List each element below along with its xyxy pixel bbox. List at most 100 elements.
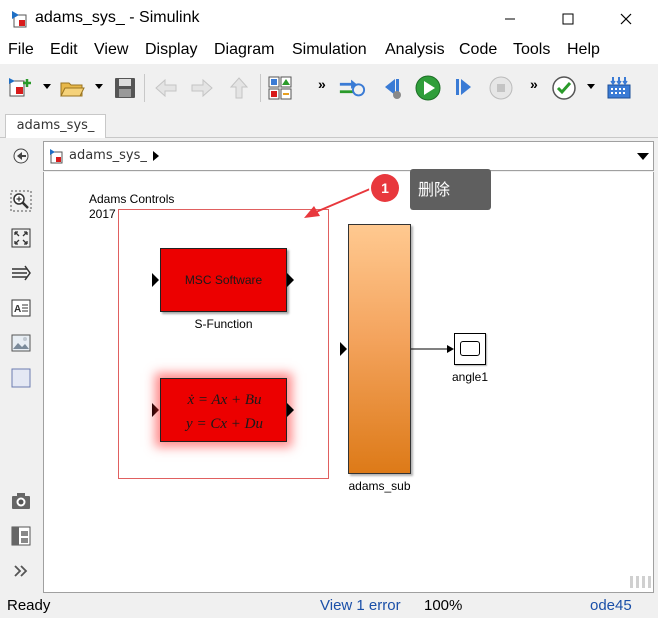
hide-browser-button[interactable] (10, 145, 32, 167)
status-bar: Ready View 1 error 100% ode45 (0, 594, 658, 618)
zoom-button[interactable] (10, 190, 32, 212)
tool-palette: A (0, 139, 42, 593)
model-browser-button[interactable] (10, 525, 32, 547)
address-path[interactable]: adams_sys_ (69, 148, 147, 163)
canvas-resize-grip-icon[interactable] (628, 574, 652, 590)
update-diagram-icon (339, 79, 366, 97)
minimize-icon (505, 18, 515, 20)
menu-view[interactable]: View (94, 41, 128, 59)
annotation-button[interactable]: A (10, 297, 32, 319)
back-button[interactable] (152, 74, 180, 102)
new-model-button[interactable] (6, 74, 34, 102)
up-icon (229, 77, 249, 99)
view-error-link[interactable]: View 1 error (320, 597, 401, 614)
new-model-dropdown-arrow[interactable] (43, 84, 51, 89)
new-model-icon (9, 78, 31, 97)
statespace-equation-2: y = Cx + Du (186, 416, 263, 432)
area-button[interactable] (10, 367, 32, 389)
more-icon (14, 565, 28, 577)
fit-view-icon (11, 228, 31, 248)
forward-icon (191, 78, 213, 98)
solver-link[interactable]: ode45 (590, 597, 632, 614)
tab-adams-sys[interactable]: adams_sys_ (5, 114, 106, 138)
sfunction-block[interactable]: MSC Software (160, 248, 287, 312)
menu-tools[interactable]: Tools (513, 41, 550, 59)
update-diagram-button[interactable] (338, 74, 366, 102)
signal-line[interactable] (411, 342, 455, 356)
model-tab-strip: adams_sys_ (0, 112, 658, 138)
image-button[interactable] (10, 332, 32, 354)
menu-analysis[interactable]: Analysis (385, 41, 445, 59)
model-advisor-icon (552, 76, 576, 100)
forward-button[interactable] (188, 74, 216, 102)
image-icon (11, 334, 31, 352)
toolbar-more-left[interactable]: » (318, 76, 326, 92)
scope-icon (460, 341, 480, 356)
menu-edit[interactable]: Edit (50, 41, 78, 59)
back-icon (155, 78, 177, 98)
simulink-window: adams_sys_ - Simulink File Edit View Dis… (0, 0, 658, 618)
save-icon (115, 78, 135, 98)
menu-simulation[interactable]: Simulation (292, 41, 367, 59)
fit-view-button[interactable] (10, 227, 32, 249)
stop-button[interactable] (487, 74, 515, 102)
step-forward-button[interactable] (450, 74, 478, 102)
menu-code[interactable]: Code (459, 41, 497, 59)
subsystem-name[interactable]: adams_sub (338, 479, 421, 493)
callout-label: 删除 (410, 169, 491, 210)
build-button[interactable] (605, 74, 633, 102)
statespace-output-port[interactable] (287, 403, 294, 417)
model-advisor-button[interactable] (550, 74, 578, 102)
breadcrumb-arrow-icon[interactable] (153, 151, 159, 161)
title-bar: adams_sys_ - Simulink (0, 0, 658, 38)
menu-help[interactable]: Help (567, 41, 600, 59)
sfunction-name[interactable]: S-Function (160, 317, 287, 331)
menu-display[interactable]: Display (145, 41, 197, 59)
svg-text:A: A (14, 304, 21, 315)
stop-icon (489, 76, 513, 100)
zoom-level: 100% (424, 597, 463, 614)
close-button[interactable] (603, 0, 649, 38)
statespace-input-port[interactable] (152, 403, 159, 417)
maximize-button[interactable] (545, 0, 591, 38)
area-icon (11, 368, 31, 388)
step-back-button[interactable] (378, 74, 406, 102)
subsystem-input-port[interactable] (340, 342, 347, 356)
camera-icon (12, 493, 30, 509)
model-browser-icon (11, 526, 31, 546)
camera-button[interactable] (10, 490, 32, 512)
model-canvas[interactable]: Adams Controls 2017 MSC Software S-Funct… (43, 172, 654, 593)
menu-file[interactable]: File (8, 41, 34, 59)
hide-browser-icon (13, 148, 29, 164)
simulink-app-icon (12, 11, 27, 28)
zoom-icon (10, 190, 32, 212)
window-title: adams_sys_ - Simulink (35, 9, 200, 26)
open-dropdown-arrow[interactable] (95, 84, 103, 89)
arrow-connect-button[interactable] (10, 262, 32, 284)
address-bar[interactable]: adams_sys_ (43, 141, 654, 171)
save-button[interactable] (111, 74, 139, 102)
subsystem-block[interactable] (348, 224, 411, 474)
more-tools-button[interactable] (10, 560, 32, 582)
up-button[interactable] (225, 74, 253, 102)
run-icon (415, 75, 441, 101)
statespace-block[interactable]: ẋ = Ax + Bu y = Cx + Du (160, 378, 287, 442)
callout-number-badge: 1 (371, 174, 399, 202)
toolbar-separator (260, 74, 261, 102)
sfunction-label: MSC Software (184, 273, 263, 287)
sfunction-output-port[interactable] (287, 273, 294, 287)
arrow-connect-icon (12, 265, 31, 281)
address-dropdown-icon[interactable] (637, 153, 649, 160)
run-button[interactable] (414, 74, 442, 102)
sfunction-input-port[interactable] (152, 273, 159, 287)
minimize-button[interactable] (487, 0, 533, 38)
maximize-icon (562, 13, 574, 25)
step-forward-icon (456, 79, 471, 95)
menu-diagram[interactable]: Diagram (214, 41, 274, 59)
scope-block[interactable] (454, 333, 486, 365)
model-advisor-dropdown-arrow[interactable] (587, 84, 595, 89)
scope-name[interactable]: angle1 (440, 370, 500, 384)
library-browser-button[interactable] (266, 74, 294, 102)
open-button[interactable] (58, 74, 86, 102)
toolbar-more-right[interactable]: » (530, 76, 538, 92)
